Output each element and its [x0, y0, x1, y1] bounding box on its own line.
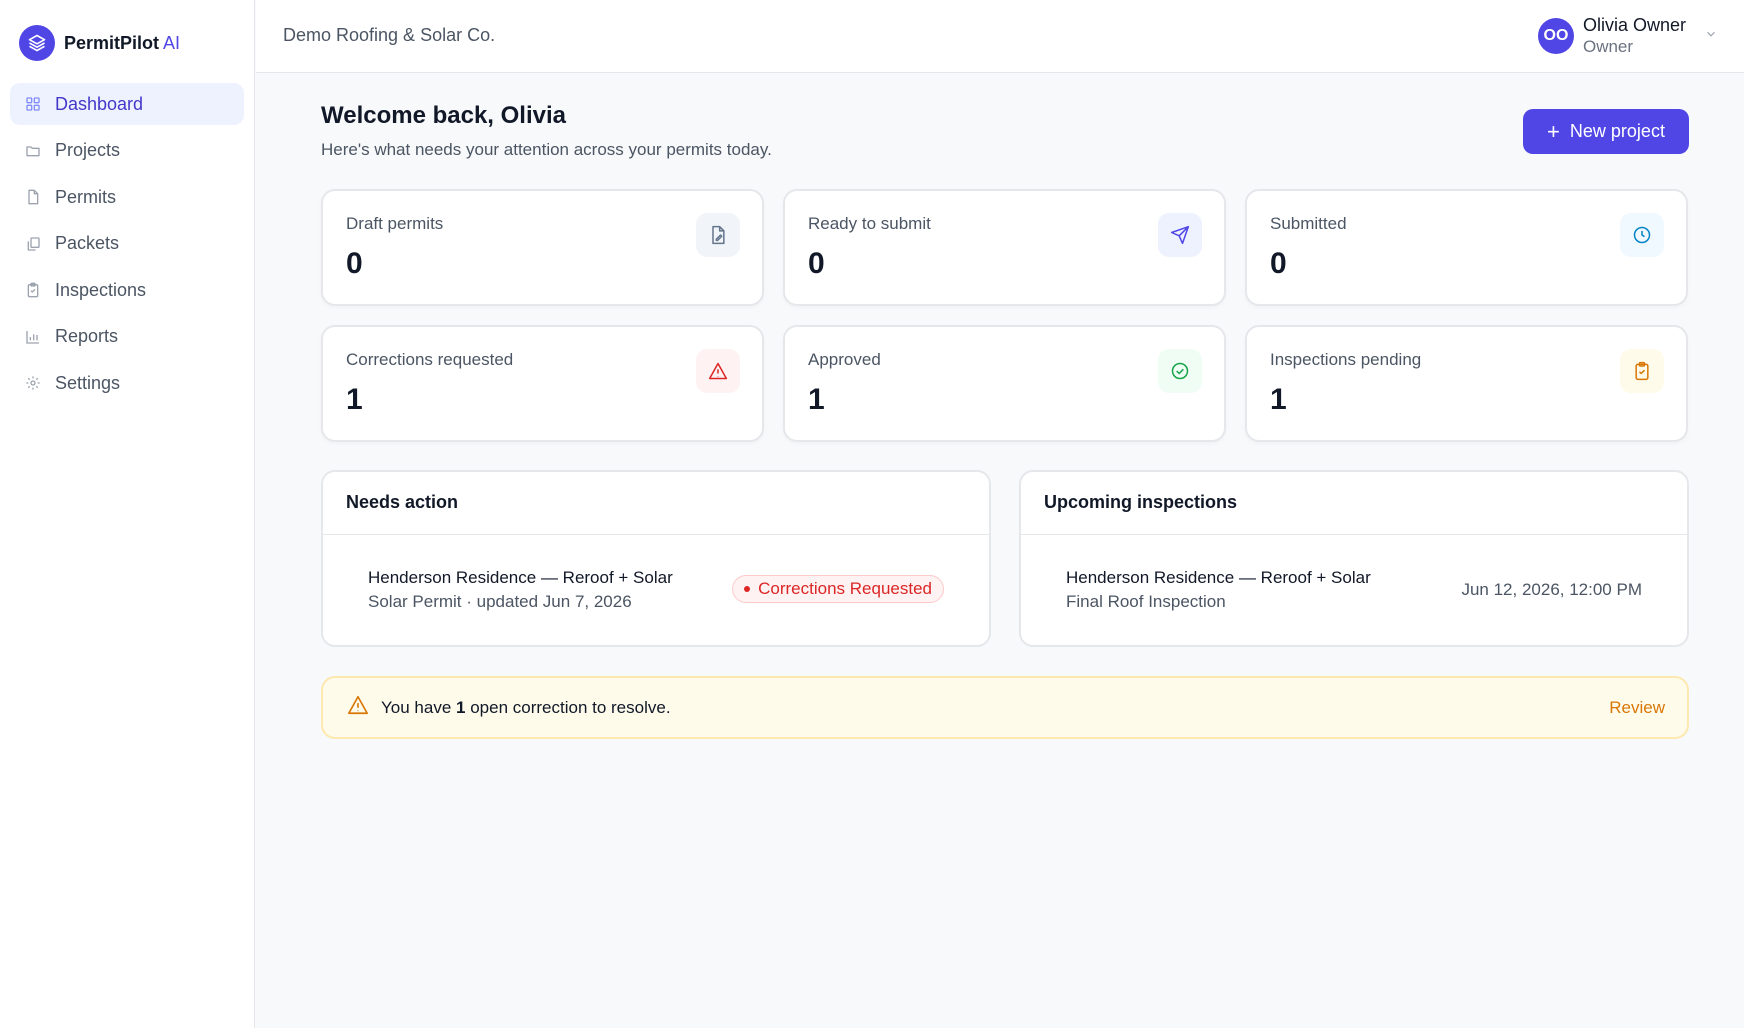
stat-card-submitted[interactable]: Submitted 0: [1245, 189, 1688, 306]
needs-action-panel: Needs action Henderson Residence — Reroo…: [321, 470, 991, 647]
review-link[interactable]: Review: [1609, 698, 1665, 718]
corrections-alert: You have 1 open correction to resolve. R…: [321, 676, 1689, 739]
new-project-button[interactable]: + New project: [1523, 109, 1689, 154]
chevron-down-icon: [1704, 27, 1718, 46]
brand-name: PermitPilot AI: [64, 32, 181, 53]
sidebar-item-label: Settings: [55, 372, 121, 393]
clock-icon: [1620, 213, 1664, 257]
sidebar-item-permits[interactable]: Permits: [10, 176, 244, 218]
panel-title: Needs action: [323, 472, 989, 535]
sidebar-item-inspections[interactable]: Inspections: [10, 269, 244, 311]
organization-name: Demo Roofing & Solar Co.: [283, 25, 496, 45]
inspection-type: Final Roof Inspection: [1066, 592, 1226, 611]
user-info: Olivia Owner Owner: [1583, 14, 1686, 58]
project-title: Henderson Residence — Reroof + Solar: [368, 568, 673, 587]
gear-icon: [24, 374, 42, 392]
stat-value: 0: [346, 247, 363, 280]
bar-chart-icon: [24, 328, 42, 346]
list-item[interactable]: Henderson Residence — Reroof + Solar Sol…: [323, 535, 989, 647]
brand-suffix: AI: [163, 32, 181, 53]
alert-message: You have 1 open correction to resolve.: [381, 697, 671, 717]
page-subtitle: Here's what needs your attention across …: [321, 140, 772, 159]
user-name: Olivia Owner: [1582, 15, 1686, 35]
alert-triangle-icon: [696, 349, 740, 393]
status-dot-icon: [744, 586, 751, 592]
sidebar-item-projects[interactable]: Projects: [10, 130, 244, 172]
sidebar-item-settings[interactable]: Settings: [10, 362, 244, 404]
sidebar-item-label: Dashboard: [55, 93, 144, 114]
inspection-datetime: Jun 12, 2026, 12:00 PM: [1461, 580, 1642, 599]
stat-value: 0: [1270, 247, 1287, 280]
grid-icon: [24, 95, 42, 113]
stat-card-approved[interactable]: Approved 1: [783, 325, 1226, 442]
alert-triangle-icon: [347, 694, 369, 721]
stat-value: 1: [1270, 383, 1287, 416]
sidebar: PermitPilot AI Dashboard Projects Permits…: [0, 0, 255, 1028]
topbar: Demo Roofing & Solar Co. OO Olivia Owner…: [256, 0, 1744, 73]
upcoming-inspections-panel: Upcoming inspections Henderson Residence…: [1019, 470, 1689, 647]
stat-card-draft-permits[interactable]: Draft permits 0: [321, 189, 764, 306]
sidebar-nav: Dashboard Projects Permits Packets Inspe…: [0, 83, 254, 404]
sidebar-item-label: Permits: [55, 186, 117, 207]
send-icon: [1158, 213, 1202, 257]
stat-value: 1: [808, 383, 825, 416]
clipboard-check-icon: [1620, 349, 1664, 393]
page-title: Welcome back, Olivia: [321, 102, 567, 129]
file-edit-icon: [696, 213, 740, 257]
stat-label: Inspections pending: [1270, 350, 1422, 369]
new-project-label: New project: [1569, 121, 1665, 141]
stat-label: Corrections requested: [346, 350, 514, 369]
sidebar-item-label: Packets: [55, 233, 120, 253]
copy-icon: [24, 235, 42, 253]
alert-count: 1: [456, 697, 466, 717]
brand[interactable]: PermitPilot AI: [0, 0, 254, 86]
stat-label: Ready to submit: [808, 214, 931, 233]
avatar: OO: [1537, 18, 1574, 54]
stat-label: Approved: [808, 350, 881, 369]
stat-card-ready-to-submit[interactable]: Ready to submit 0: [783, 189, 1226, 306]
clipboard-icon: [24, 281, 42, 299]
panel-title: Upcoming inspections: [1021, 472, 1687, 535]
sidebar-item-packets[interactable]: Packets: [10, 223, 244, 265]
sidebar-item-label: Inspections: [55, 279, 147, 300]
list-item[interactable]: Henderson Residence — Reroof + Solar Fin…: [1021, 535, 1687, 647]
user-menu[interactable]: OO Olivia Owner Owner: [1537, 14, 1718, 58]
inspection-project-title: Henderson Residence — Reroof + Solar: [1066, 568, 1371, 587]
sidebar-item-reports[interactable]: Reports: [10, 316, 244, 358]
sidebar-item-label: Reports: [55, 326, 119, 346]
status-badge: Corrections Requested: [732, 575, 944, 603]
sidebar-item-label: Projects: [55, 140, 121, 160]
stat-card-inspections-pending[interactable]: Inspections pending 1: [1245, 325, 1688, 442]
check-circle-icon: [1158, 349, 1202, 393]
stat-value: 0: [808, 247, 825, 280]
user-role: Owner: [1582, 37, 1634, 56]
status-label: Corrections Requested: [758, 579, 932, 598]
layers-icon: [19, 25, 55, 61]
stat-label: Draft permits: [346, 214, 444, 233]
folder-icon: [24, 142, 42, 160]
file-icon: [24, 188, 42, 206]
stat-card-corrections-requested[interactable]: Corrections requested 1: [321, 325, 764, 442]
stat-value: 1: [346, 383, 363, 416]
plus-icon: +: [1547, 118, 1560, 144]
sidebar-item-dashboard[interactable]: Dashboard: [10, 83, 244, 125]
stat-label: Submitted: [1270, 214, 1347, 233]
project-subtitle: Solar Permit · updated Jun 7, 2026: [368, 592, 632, 611]
